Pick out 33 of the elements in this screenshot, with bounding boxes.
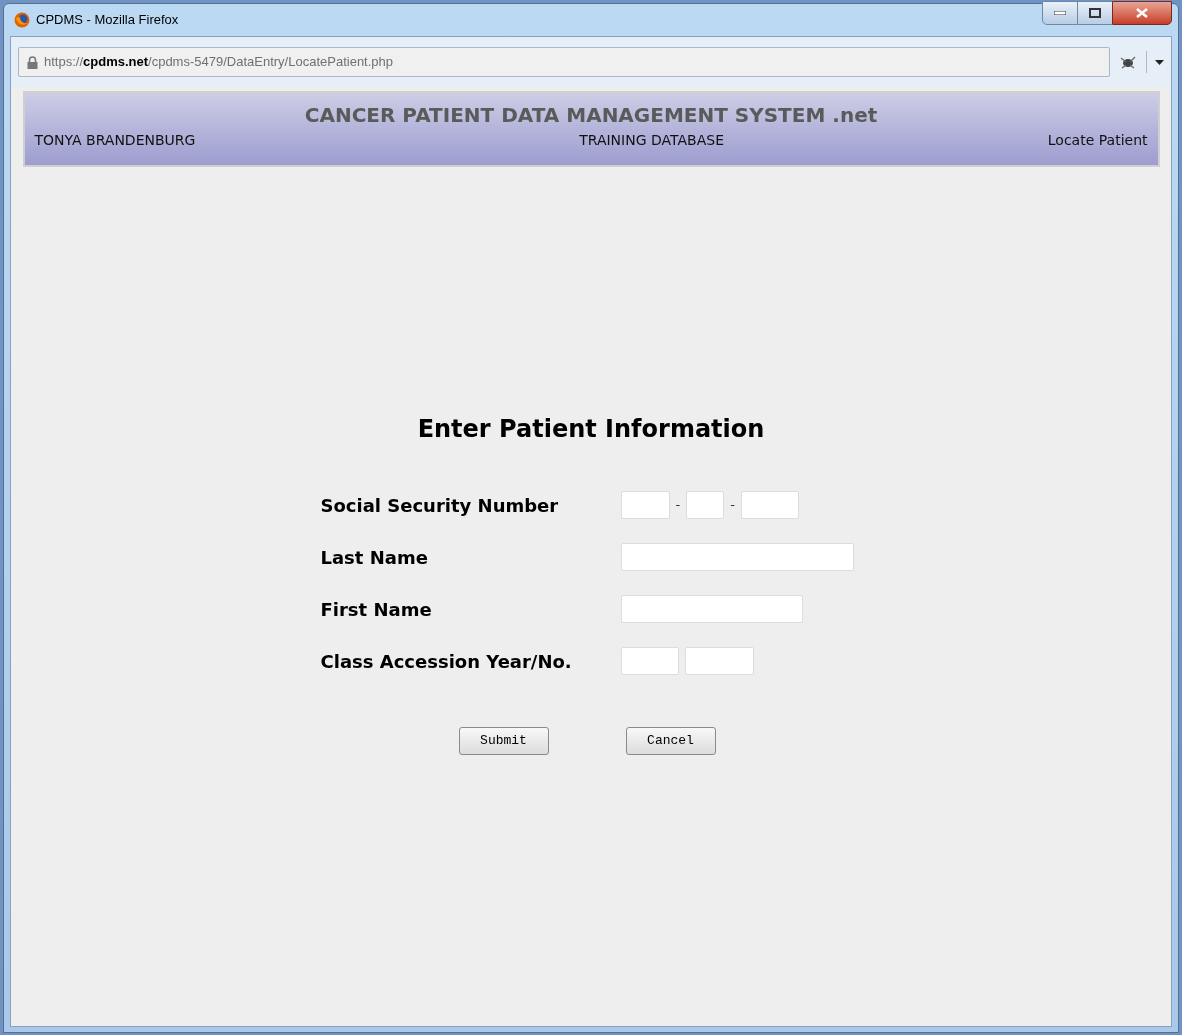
form-button[interactable]: Cancel (625, 727, 716, 755)
user-name: TONYA BRANDENBURG (34, 131, 196, 150)
lock-icon (27, 55, 38, 69)
close-button[interactable] (1112, 1, 1172, 25)
minimize-icon (1054, 11, 1066, 15)
form-heading: Enter Patient Information (417, 414, 765, 445)
field-label: First Name (320, 597, 433, 622)
system-title: CANCER PATIENT DATA MANAGEMENT SYSTEM .net (304, 103, 878, 127)
input-field[interactable] (686, 491, 725, 519)
browser-logo-icon (14, 12, 30, 28)
maximize-icon (1089, 8, 1101, 18)
field-label: Class Accession Year/No. (320, 649, 573, 674)
separator-text: - (730, 496, 735, 515)
input-field[interactable] (740, 491, 799, 519)
input-field[interactable] (620, 647, 679, 675)
address-bar[interactable]: https://cpdms.net/cpdms-5479/DataEntry/LocatePatient.php (18, 47, 1110, 77)
maximize-button[interactable] (1078, 1, 1112, 25)
page-name: Locate Patient (1047, 131, 1148, 150)
input-field[interactable] (620, 491, 670, 519)
window-title: CPDMS - Mozilla Firefox (36, 11, 179, 30)
bug-icon[interactable] (1118, 54, 1138, 70)
field-label: Last Name (320, 545, 429, 570)
field-label: Social Security Number (320, 493, 560, 518)
dropdown-caret-icon[interactable] (1155, 59, 1164, 65)
input-field[interactable] (620, 595, 803, 623)
database-name: TRAINING DATABASE (579, 131, 724, 150)
minimize-button[interactable] (1042, 1, 1078, 25)
input-field[interactable] (620, 543, 854, 571)
separator-text: - (675, 496, 681, 515)
url-text: https://cpdms.net/cpdms-5479/DataEntry/LocatePatient.php (44, 53, 394, 72)
input-field[interactable] (684, 647, 754, 675)
close-icon (1136, 8, 1148, 18)
form-button[interactable]: Submit (458, 727, 549, 755)
